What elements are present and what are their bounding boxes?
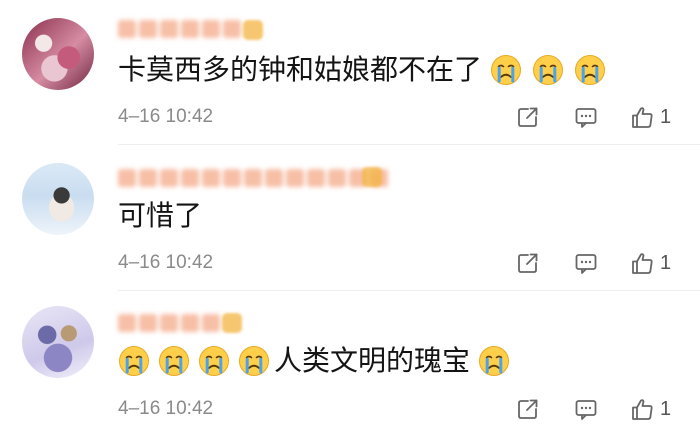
crying-emoji-icon (478, 345, 510, 377)
comment-text-content: 卡莫西多的钟和姑娘都不在了 (118, 53, 483, 86)
reply-button[interactable] (572, 248, 600, 278)
avatar[interactable] (22, 18, 94, 90)
avatar[interactable] (22, 306, 94, 378)
thumbs-up-icon (628, 103, 656, 131)
share-button[interactable] (514, 394, 542, 424)
reply-button[interactable] (572, 102, 600, 132)
comment-text: 人类文明的瑰宝 (118, 343, 512, 379)
crying-emoji-icon (532, 54, 564, 86)
divider (118, 290, 700, 291)
share-icon (514, 395, 542, 423)
share-button[interactable] (514, 102, 542, 132)
thumbs-up-icon (628, 395, 656, 423)
crying-emoji-icon (158, 345, 190, 377)
crying-emoji-icon (574, 54, 606, 86)
timestamp: 4–16 10:42 (118, 398, 214, 419)
like-count: 1 (660, 397, 672, 420)
comment-icon (572, 103, 600, 131)
like-button[interactable]: 1 (628, 394, 671, 424)
thumbs-up-icon (628, 249, 656, 277)
like-button[interactable]: 1 (628, 248, 671, 278)
like-count: 1 (660, 105, 672, 128)
like-count: 1 (660, 251, 672, 274)
comment-text: 卡莫西多的钟和姑娘都不在了 (118, 52, 608, 88)
crying-emoji-icon (198, 345, 230, 377)
username-blurred[interactable] (118, 312, 220, 334)
comment-icon (572, 395, 600, 423)
share-button[interactable] (514, 248, 542, 278)
vip-badge-icon (243, 20, 263, 40)
like-button[interactable]: 1 (628, 102, 671, 132)
timestamp: 4–16 10:42 (118, 106, 214, 127)
vip-badge-icon (222, 313, 242, 333)
share-icon (514, 103, 542, 131)
comment-text-content: 可惜了 (118, 199, 203, 232)
avatar[interactable] (22, 163, 94, 235)
comment-text: 可惜了 (118, 198, 202, 234)
crying-emoji-icon (118, 345, 150, 377)
comment-actions: 1 (500, 248, 700, 280)
comment-text-content: 人类文明的瑰宝 (274, 344, 471, 377)
username-blurred[interactable] (118, 18, 241, 40)
divider (118, 144, 700, 145)
reply-button[interactable] (572, 394, 600, 424)
comment-actions: 1 (500, 102, 700, 134)
vip-badge-icon (362, 167, 382, 187)
username-blurred[interactable] (118, 167, 388, 189)
crying-emoji-icon (238, 345, 270, 377)
share-icon (514, 249, 542, 277)
crying-emoji-icon (490, 54, 522, 86)
timestamp: 4–16 10:42 (118, 252, 214, 273)
comment-actions: 1 (500, 394, 700, 426)
comment-icon (572, 249, 600, 277)
